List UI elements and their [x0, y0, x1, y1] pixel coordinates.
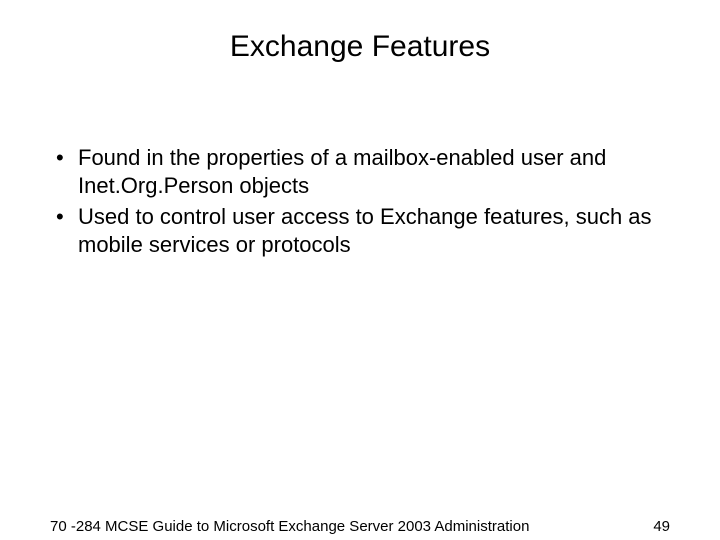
slide-footer: 70 -284 MCSE Guide to Microsoft Exchange…	[0, 518, 720, 536]
slide-title: Exchange Features	[0, 0, 720, 74]
bullet-list: Found in the properties of a mailbox-ena…	[50, 144, 670, 258]
list-item: Used to control user access to Exchange …	[50, 203, 670, 258]
list-item: Found in the properties of a mailbox-ena…	[50, 144, 670, 199]
slide-body: Found in the properties of a mailbox-ena…	[0, 74, 720, 258]
page-number: 49	[653, 518, 670, 535]
slide: Exchange Features Found in the propertie…	[0, 0, 720, 540]
footer-text: 70 -284 MCSE Guide to Microsoft Exchange…	[50, 518, 529, 536]
